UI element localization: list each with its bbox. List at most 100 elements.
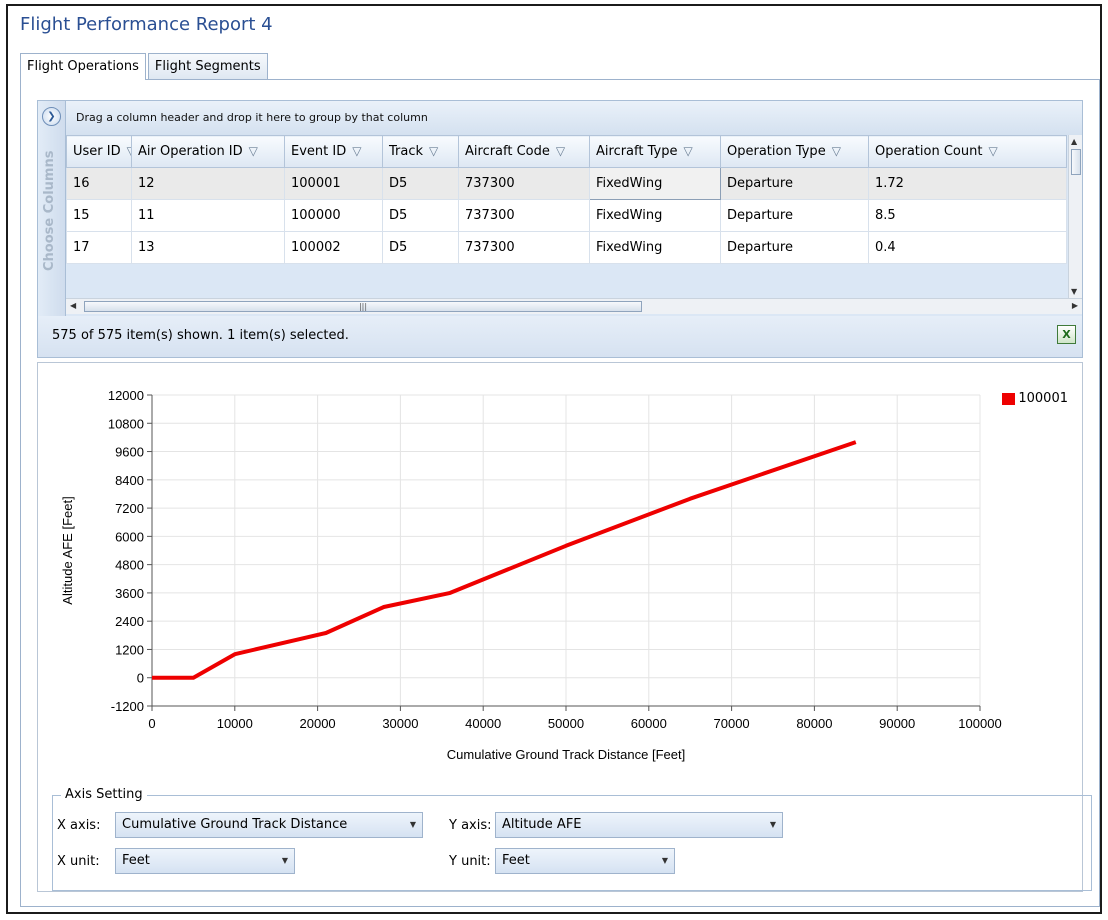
- column-header-event-id[interactable]: Event ID ▽: [284, 135, 383, 168]
- y-tick-label: 8400: [115, 473, 144, 488]
- table-cell[interactable]: 13: [131, 231, 285, 264]
- table-cell[interactable]: 737300: [458, 167, 590, 200]
- x-unit-select[interactable]: Feet ▼: [115, 848, 295, 874]
- x-tick-label: 0: [148, 716, 155, 731]
- x-tick-label: 10000: [217, 716, 253, 731]
- y-tick-label: 4800: [115, 558, 144, 573]
- series-line: [152, 440, 857, 680]
- vertical-scrollbar[interactable]: ▲ ▼: [1068, 135, 1082, 298]
- choose-columns-label[interactable]: Choose Columns: [42, 131, 62, 291]
- x-tick-label: 90000: [879, 716, 915, 731]
- x-unit-label: X unit:: [57, 854, 100, 869]
- filter-icon[interactable]: ▽: [988, 144, 997, 158]
- altitude-chart: 0 10000 20000 30000 40000 50000 60000 70000 8000…: [60, 388, 1002, 762]
- table-cell[interactable]: 100001: [284, 167, 383, 200]
- filter-icon[interactable]: ▽: [832, 144, 841, 158]
- table-row[interactable]: 15 11 100000 D5 737300 FixedWing Departu…: [66, 199, 1067, 232]
- column-header-user-id[interactable]: User ID▽: [66, 135, 132, 168]
- table-cell[interactable]: 100000: [284, 199, 383, 232]
- tab-flight-segments[interactable]: Flight Segments: [147, 53, 268, 79]
- choose-columns-strip[interactable]: ❯ Choose Columns: [38, 101, 66, 316]
- scroll-left-icon[interactable]: ◀: [70, 301, 76, 310]
- y-tick-label: 1200: [115, 642, 144, 657]
- table-cell[interactable]: 737300: [458, 231, 590, 264]
- y-unit-label: Y unit:: [449, 854, 491, 869]
- horizontal-scrollbar[interactable]: ◀ ||| ▶: [66, 298, 1082, 314]
- table-cell[interactable]: Departure: [720, 231, 869, 264]
- x-axis-select[interactable]: Cumulative Ground Track Distance ▼: [115, 812, 423, 838]
- chevron-down-icon: ▼: [769, 820, 776, 829]
- column-header-track[interactable]: Track ▽: [382, 135, 459, 168]
- table-cell[interactable]: 0.4: [868, 231, 1067, 264]
- x-tick-label: 100000: [958, 716, 1001, 731]
- table-cell[interactable]: 8.5: [868, 199, 1067, 232]
- x-tick-label: 40000: [465, 716, 501, 731]
- table-cell[interactable]: 737300: [458, 199, 590, 232]
- table-cell[interactable]: Departure: [720, 167, 869, 200]
- y-tick-label: 7200: [115, 501, 144, 516]
- y-axis-label: Y axis:: [449, 818, 492, 833]
- y-tick-label: 2400: [115, 614, 144, 629]
- table-cell[interactable]: 1.72: [868, 167, 1067, 200]
- x-tick-label: 50000: [548, 716, 584, 731]
- table-cell[interactable]: D5: [382, 167, 459, 200]
- x-tick-label: 60000: [631, 716, 667, 731]
- table-cell[interactable]: 11: [131, 199, 285, 232]
- table-cell[interactable]: 12: [131, 167, 285, 200]
- table-cell[interactable]: D5: [382, 199, 459, 232]
- scroll-up-icon[interactable]: ▲: [1071, 137, 1077, 146]
- table-row[interactable]: 16 12 100001 D5 737300 FixedWing Departu…: [66, 167, 1067, 200]
- filter-icon[interactable]: ▽: [429, 144, 438, 158]
- filter-icon[interactable]: ▽: [249, 144, 258, 158]
- table-row[interactable]: 17 13 100002 D5 737300 FixedWing Departu…: [66, 231, 1067, 264]
- group-by-panel[interactable]: Drag a column header and drop it here to…: [66, 101, 1082, 135]
- y-tick-label: 9600: [115, 445, 144, 460]
- table-cell[interactable]: 17: [66, 231, 132, 264]
- y-tick-label: 12000: [108, 388, 144, 403]
- expand-columns-icon[interactable]: ❯: [42, 107, 61, 126]
- item-count-text: 575 of 575 item(s) shown. 1 item(s) sele…: [52, 328, 349, 343]
- x-axis-title: Cumulative Ground Track Distance [Feet]: [447, 747, 685, 762]
- x-axis-label: X axis:: [57, 818, 101, 833]
- filter-icon[interactable]: ▽: [127, 144, 131, 158]
- y-tick-label: 6000: [115, 529, 144, 544]
- column-header-aircraft-type[interactable]: Aircraft Type ▽: [589, 135, 721, 168]
- filter-icon[interactable]: ▽: [683, 144, 692, 158]
- tab-panel-flight-operations: ❯ Choose Columns Drag a column header an…: [20, 79, 1100, 907]
- table-cell[interactable]: D5: [382, 231, 459, 264]
- export-excel-icon[interactable]: X: [1057, 325, 1076, 344]
- y-unit-select[interactable]: Feet ▼: [495, 848, 675, 874]
- tab-bar: Flight Operations Flight Segments: [20, 53, 270, 80]
- table-cell[interactable]: FixedWing: [589, 231, 721, 264]
- filter-icon[interactable]: ▽: [556, 144, 565, 158]
- axis-setting-group: Axis Setting X axis: Cumulative Ground T…: [52, 787, 1092, 891]
- axis-setting-title: Axis Setting: [61, 787, 147, 802]
- x-tick-label: 70000: [714, 716, 750, 731]
- vertical-scroll-thumb[interactable]: [1071, 149, 1081, 175]
- column-header-aircraft-code[interactable]: Aircraft Code ▽: [458, 135, 590, 168]
- table-cell[interactable]: 16: [66, 167, 132, 200]
- data-grid: ❯ Choose Columns Drag a column header an…: [37, 100, 1083, 358]
- filter-icon[interactable]: ▽: [352, 144, 361, 158]
- scroll-down-icon[interactable]: ▼: [1071, 287, 1077, 296]
- x-tick-label: 30000: [382, 716, 418, 731]
- page-title: Flight Performance Report 4: [20, 14, 273, 35]
- table-cell[interactable]: 100002: [284, 231, 383, 264]
- column-header-operation-type[interactable]: Operation Type ▽: [720, 135, 869, 168]
- y-tick-label: 3600: [115, 586, 144, 601]
- y-axis-select[interactable]: Altitude AFE ▼: [495, 812, 783, 838]
- horizontal-scroll-thumb[interactable]: |||: [84, 301, 642, 312]
- table-cell[interactable]: 15: [66, 199, 132, 232]
- grid-status-bar: 575 of 575 item(s) shown. 1 item(s) sele…: [38, 316, 1082, 357]
- x-tick-label: 20000: [300, 716, 336, 731]
- chart-panel: 100001 0 10000 20000 30000 40000 50000 60000 70…: [37, 362, 1092, 892]
- tab-flight-operations[interactable]: Flight Operations: [20, 53, 146, 80]
- table-header-row: User ID▽ Air Operation ID▽ Event ID▽ Tra…: [66, 135, 1067, 168]
- column-header-air-operation-id[interactable]: Air Operation ID ▽: [131, 135, 285, 168]
- column-header-operation-count[interactable]: Operation Count ▽: [868, 135, 1067, 168]
- scroll-right-icon[interactable]: ▶: [1072, 301, 1078, 310]
- table-cell[interactable]: FixedWing: [589, 199, 721, 232]
- chevron-down-icon: ▼: [661, 856, 668, 865]
- table-cell[interactable]: Departure: [720, 199, 869, 232]
- table-cell[interactable]: FixedWing: [589, 167, 721, 200]
